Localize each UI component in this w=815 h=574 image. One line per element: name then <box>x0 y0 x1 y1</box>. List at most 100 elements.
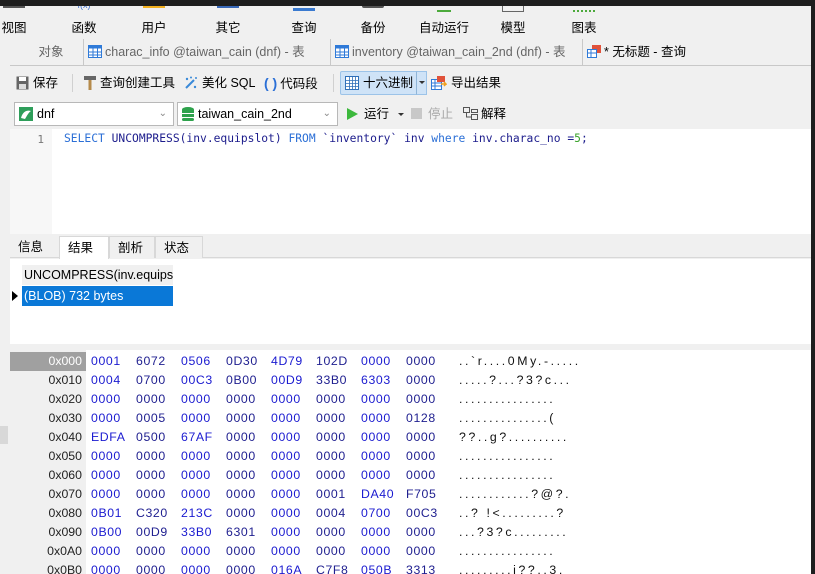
hex-word[interactable]: 0000 <box>226 447 256 466</box>
hex-word[interactable]: 0000 <box>316 447 346 466</box>
hex-word[interactable]: 0000 <box>406 542 436 561</box>
hex-word[interactable]: 050B <box>361 561 392 574</box>
hex-word[interactable]: 0000 <box>361 352 391 371</box>
hex-word[interactable]: 0000 <box>226 466 256 485</box>
hex-word[interactable]: 0000 <box>316 428 346 447</box>
hex-word[interactable]: C7F8 <box>316 561 348 574</box>
ribbon-other[interactable]: 其它 <box>207 6 249 39</box>
hex-word[interactable]: 0000 <box>406 447 436 466</box>
hex-word[interactable]: 0000 <box>406 352 436 371</box>
sql-editor[interactable]: 1 SELECT UNCOMPRESS(inv.equipslot) FROM … <box>10 129 811 234</box>
beautify-sql-button[interactable]: 美化 SQL <box>184 71 256 95</box>
hex-word[interactable]: 0000 <box>406 371 436 390</box>
hex-word[interactable]: 00C3 <box>406 504 438 523</box>
splitter-handle[interactable] <box>0 426 8 444</box>
hex-word[interactable]: 0000 <box>181 466 211 485</box>
hex-word[interactable]: 0000 <box>271 447 301 466</box>
hex-view-dropdown[interactable] <box>416 71 427 95</box>
hex-word[interactable]: 0005 <box>136 409 166 428</box>
hex-word[interactable]: 6301 <box>226 523 256 542</box>
ribbon-user[interactable]: 用户 <box>133 6 175 39</box>
tab-inventory[interactable]: inventory @taiwan_cain_2nd (dnf) - 表 <box>330 39 582 65</box>
export-results-button[interactable]: 导出结果 <box>431 71 501 95</box>
hex-word[interactable]: 0000 <box>406 466 436 485</box>
hex-word[interactable]: 0000 <box>316 466 346 485</box>
hex-word[interactable]: 0000 <box>226 428 256 447</box>
hex-word[interactable]: 00D9 <box>271 371 303 390</box>
query-builder-button[interactable]: 查询创建工具 <box>84 71 175 95</box>
hex-word[interactable]: EDFA <box>91 428 126 447</box>
hex-word[interactable]: 0000 <box>316 523 346 542</box>
hex-word[interactable]: 00C3 <box>181 371 213 390</box>
hex-word[interactable]: 0000 <box>91 447 121 466</box>
hex-word[interactable]: 0500 <box>136 428 166 447</box>
hex-word[interactable]: 33B0 <box>181 523 212 542</box>
hex-word[interactable]: 102D <box>316 352 348 371</box>
hex-word[interactable]: 0B00 <box>91 523 122 542</box>
hex-word[interactable]: 0B01 <box>91 504 122 523</box>
hex-word[interactable]: 0000 <box>406 428 436 447</box>
hex-word[interactable]: 0000 <box>316 390 346 409</box>
hex-word[interactable]: 0000 <box>91 542 121 561</box>
ribbon-function[interactable]: f(x) 函数 <box>63 6 105 39</box>
run-dropdown[interactable] <box>396 102 406 126</box>
grid-cell-selected[interactable]: (BLOB) 732 bytes <box>22 286 173 306</box>
ribbon-chart[interactable]: 图表 <box>563 6 605 39</box>
tab-untitled-query[interactable]: * 无标题 - 查询 <box>582 39 811 65</box>
hex-word[interactable]: 0000 <box>91 390 121 409</box>
run-button[interactable]: 运行 <box>347 102 389 126</box>
hex-word[interactable]: 0000 <box>361 542 391 561</box>
hex-word[interactable]: 0000 <box>361 466 391 485</box>
hex-word[interactable]: 0000 <box>136 447 166 466</box>
hex-word[interactable]: 0000 <box>316 542 346 561</box>
hex-word[interactable]: 0000 <box>181 485 211 504</box>
tab-objects[interactable]: 对象 <box>20 39 82 65</box>
hex-word[interactable]: 0000 <box>361 523 391 542</box>
stop-button[interactable]: 停止 <box>411 102 453 126</box>
hex-word[interactable]: 0000 <box>406 523 436 542</box>
hex-word[interactable]: 0000 <box>181 447 211 466</box>
hex-word[interactable]: 0B00 <box>226 371 257 390</box>
hex-word[interactable]: 0700 <box>136 371 166 390</box>
explain-button[interactable]: 解释 <box>463 102 506 126</box>
hex-word[interactable]: 0000 <box>181 409 211 428</box>
hex-word[interactable]: 0000 <box>91 466 121 485</box>
hex-word[interactable]: 0000 <box>316 409 346 428</box>
hex-word[interactable]: 0000 <box>226 561 256 574</box>
hex-word[interactable]: 0000 <box>136 542 166 561</box>
hex-word[interactable]: 0004 <box>91 371 121 390</box>
hex-word[interactable]: 0000 <box>361 390 391 409</box>
hex-word[interactable]: 0000 <box>361 447 391 466</box>
hex-word[interactable]: F705 <box>406 485 436 504</box>
ribbon-model[interactable]: 模型 <box>492 6 534 39</box>
hex-word[interactable]: 0001 <box>316 485 346 504</box>
hex-word[interactable]: 0000 <box>91 485 121 504</box>
hex-word[interactable]: 0000 <box>136 466 166 485</box>
hex-word[interactable]: 0000 <box>271 523 301 542</box>
hex-word[interactable]: 0506 <box>181 352 211 371</box>
hex-word[interactable]: 0000 <box>271 390 301 409</box>
hex-word[interactable]: 0000 <box>271 428 301 447</box>
ribbon-view[interactable]: 视图 <box>0 6 34 39</box>
hex-word[interactable]: 0700 <box>361 504 391 523</box>
hex-word[interactable]: 0000 <box>226 542 256 561</box>
tab-info[interactable]: 信息 <box>10 236 54 258</box>
hex-word[interactable]: 213C <box>181 504 213 523</box>
hex-word[interactable]: 6072 <box>136 352 166 371</box>
ribbon-query[interactable]: 查询 <box>283 6 325 39</box>
hex-word[interactable]: 33B0 <box>316 371 347 390</box>
hex-word[interactable]: 6303 <box>361 371 391 390</box>
database-select[interactable]: taiwan_cain_2nd ⌄ <box>177 102 338 126</box>
save-button[interactable]: 保存 <box>16 71 58 95</box>
hex-word[interactable]: 3313 <box>406 561 436 574</box>
hex-word[interactable]: 0000 <box>271 504 301 523</box>
hex-word[interactable]: 0000 <box>271 542 301 561</box>
hex-word[interactable]: DA40 <box>361 485 394 504</box>
tab-profile[interactable]: 剖析 <box>109 236 155 258</box>
connection-select[interactable]: dnf ⌄ <box>14 102 174 126</box>
hex-word[interactable]: 0D30 <box>226 352 258 371</box>
hex-word[interactable]: 0000 <box>91 561 121 574</box>
code-snippet-button[interactable]: ( ) 代码段 <box>264 71 318 95</box>
hex-word[interactable]: 0000 <box>271 409 301 428</box>
hex-word[interactable]: 0000 <box>181 390 211 409</box>
